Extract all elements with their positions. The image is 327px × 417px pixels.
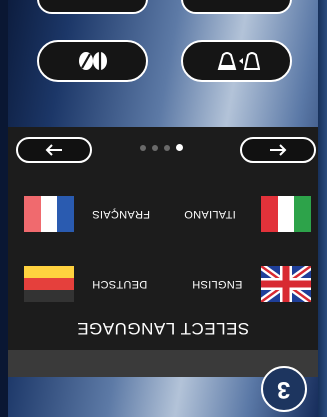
step-badge: 3 [261,366,307,412]
germany-flag-icon[interactable] [24,266,74,302]
language-label-francais[interactable]: FRANÇAIS [92,208,150,220]
step-number: 3 [277,376,291,403]
milk-pitcher-icon [217,52,260,70]
italy-flag-icon[interactable] [261,196,312,232]
france-flag-icon[interactable] [24,196,75,232]
screen: FRANÇAIS ITALIANO DEUTSCH ENGLISH SELECT… [0,0,327,417]
language-label-english[interactable]: ENGLISH [192,278,242,290]
previous-button[interactable] [16,137,92,163]
page-dot [140,145,146,151]
language-label-deutsch[interactable]: DEUTSCH [92,278,147,290]
frame-left-edge [0,0,8,417]
select-language-title: SELECT LANGUAGE [76,319,250,338]
top-right-partial-button[interactable] [181,0,292,14]
coffee-beans-icon [78,52,107,70]
page-dot [164,145,170,151]
page-dot [152,145,158,151]
uk-flag-icon[interactable] [261,266,311,302]
partial-icon [78,0,108,5]
frame-right-edge [318,0,327,417]
coffee-beans-button[interactable] [37,40,148,82]
next-button[interactable] [240,137,316,163]
arrow-right-icon [270,144,287,156]
partial-icon [222,0,252,5]
page-indicator [140,144,183,151]
top-left-partial-button[interactable] [37,0,148,14]
arrow-left-icon [45,144,62,156]
language-panel: FRANÇAIS ITALIANO DEUTSCH ENGLISH SELECT… [8,127,318,377]
language-label-italiano[interactable]: ITALIANO [184,208,236,220]
milk-pitcher-button[interactable] [181,40,292,82]
page-dot-active [176,144,183,151]
